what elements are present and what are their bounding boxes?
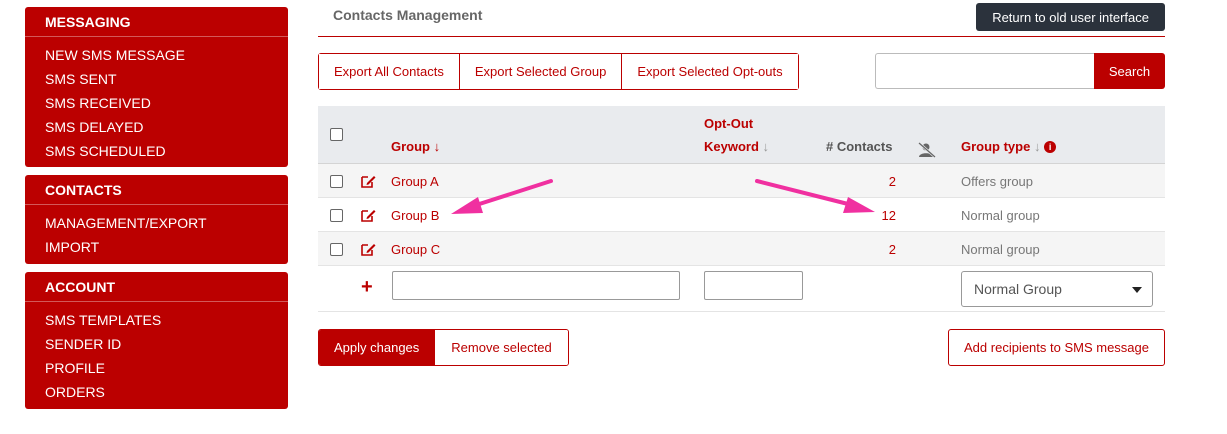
search-input[interactable] <box>875 53 1094 89</box>
return-old-ui-button[interactable]: Return to old user interface <box>976 3 1165 31</box>
sort-arrow-icon: ↓ <box>1033 139 1041 154</box>
group-type: Normal group <box>961 208 1040 223</box>
group-name[interactable]: Group A <box>391 174 439 189</box>
table-header: Group ↓ Opt-Out Keyword ↓ # Contacts Gro… <box>318 106 1165 164</box>
account-panel: ACCOUNT SMS TEMPLATES SENDER ID PROFILE … <box>25 272 288 409</box>
sidebar-item-sms-sent[interactable]: SMS SENT <box>45 67 268 91</box>
messaging-panel: MESSAGING NEW SMS MESSAGE SMS SENT SMS R… <box>25 7 288 167</box>
group-name[interactable]: Group B <box>391 208 439 223</box>
sidebar-item-sms-scheduled[interactable]: SMS SCHEDULED <box>45 139 268 163</box>
apply-changes-button[interactable]: Apply changes <box>319 330 435 365</box>
new-optout-keyword-input[interactable] <box>704 271 803 300</box>
group-type-header-label: Group type <box>961 139 1031 154</box>
edit-icon[interactable] <box>361 208 376 222</box>
groups-table: Group ↓ Opt-Out Keyword ↓ # Contacts Gro… <box>318 106 1165 312</box>
contacts-count[interactable]: 12 <box>858 208 896 223</box>
sidebar-item-management-export[interactable]: MANAGEMENT/EXPORT <box>45 211 268 235</box>
row-checkbox[interactable] <box>330 175 343 188</box>
group-header-label: Group <box>391 139 430 154</box>
export-all-contacts-button[interactable]: Export All Contacts <box>319 54 460 89</box>
group-type-selected-value: Normal Group <box>974 281 1062 297</box>
sidebar-item-sms-templates[interactable]: SMS TEMPLATES <box>45 308 268 332</box>
bulk-actions: Apply changes Remove selected <box>318 329 569 366</box>
select-all-checkbox[interactable] <box>330 128 343 141</box>
edit-icon[interactable] <box>361 174 376 188</box>
sort-arrow-icon: ↓ <box>433 139 441 154</box>
search-bar: Search <box>875 53 1165 89</box>
hide-user-icon <box>918 142 936 158</box>
optout-keyword-header-label: Keyword <box>704 139 759 154</box>
page-header: Contacts Management Return to old user i… <box>318 0 1165 37</box>
contacts-count[interactable]: 2 <box>858 174 896 189</box>
row-checkbox[interactable] <box>330 209 343 222</box>
optout-header-line1: Opt-Out <box>704 116 754 131</box>
contacts-title: CONTACTS <box>25 175 288 205</box>
optout-keyword-column-header[interactable]: Keyword ↓ <box>704 139 769 154</box>
sidebar: MESSAGING NEW SMS MESSAGE SMS SENT SMS R… <box>25 7 288 417</box>
sidebar-item-sms-delayed[interactable]: SMS DELAYED <box>45 115 268 139</box>
sidebar-item-sender-id[interactable]: SENDER ID <box>45 332 268 356</box>
sidebar-item-sms-received[interactable]: SMS RECEIVED <box>45 91 268 115</box>
group-type-select[interactable]: Normal Group <box>961 271 1153 307</box>
sidebar-item-profile[interactable]: PROFILE <box>45 356 268 380</box>
group-type: Offers group <box>961 174 1034 189</box>
new-group-name-input[interactable] <box>392 271 680 300</box>
sort-arrow-icon: ↓ <box>762 139 770 154</box>
sidebar-item-orders[interactable]: ORDERS <box>45 380 268 404</box>
chevron-down-icon <box>1132 287 1142 293</box>
edit-icon[interactable] <box>361 242 376 256</box>
contacts-count[interactable]: 2 <box>858 242 896 257</box>
messaging-title: MESSAGING <box>25 7 288 37</box>
page-title: Contacts Management <box>333 7 483 23</box>
contacts-panel: CONTACTS MANAGEMENT/EXPORT IMPORT <box>25 175 288 264</box>
table-row: Group A 2 Offers group <box>318 164 1165 198</box>
sidebar-item-import[interactable]: IMPORT <box>45 235 268 259</box>
row-checkbox[interactable] <box>330 243 343 256</box>
remove-selected-button[interactable]: Remove selected <box>434 330 568 365</box>
group-type-column-header[interactable]: Group type ↓ i <box>961 139 1057 154</box>
add-recipients-button[interactable]: Add recipients to SMS message <box>948 329 1165 366</box>
table-row: Group C 2 Normal group <box>318 232 1165 266</box>
export-selected-group-button[interactable]: Export Selected Group <box>459 54 623 89</box>
export-selected-optouts-button[interactable]: Export Selected Opt-outs <box>622 54 798 89</box>
export-button-group: Export All Contacts Export Selected Grou… <box>318 53 799 90</box>
group-column-header[interactable]: Group ↓ <box>391 139 440 154</box>
main-content: Contacts Management Return to old user i… <box>318 0 1165 366</box>
group-type: Normal group <box>961 242 1040 257</box>
sidebar-item-new-sms[interactable]: NEW SMS MESSAGE <box>45 43 268 67</box>
info-icon[interactable]: i <box>1044 141 1057 153</box>
account-title: ACCOUNT <box>25 272 288 302</box>
group-name[interactable]: Group C <box>391 242 440 257</box>
plus-icon[interactable]: + <box>361 276 373 299</box>
table-row: Group B 12 Normal group <box>318 198 1165 232</box>
contacts-count-header: # Contacts <box>826 139 893 154</box>
new-group-row: + Normal Group <box>318 266 1165 312</box>
search-button[interactable]: Search <box>1094 53 1165 89</box>
